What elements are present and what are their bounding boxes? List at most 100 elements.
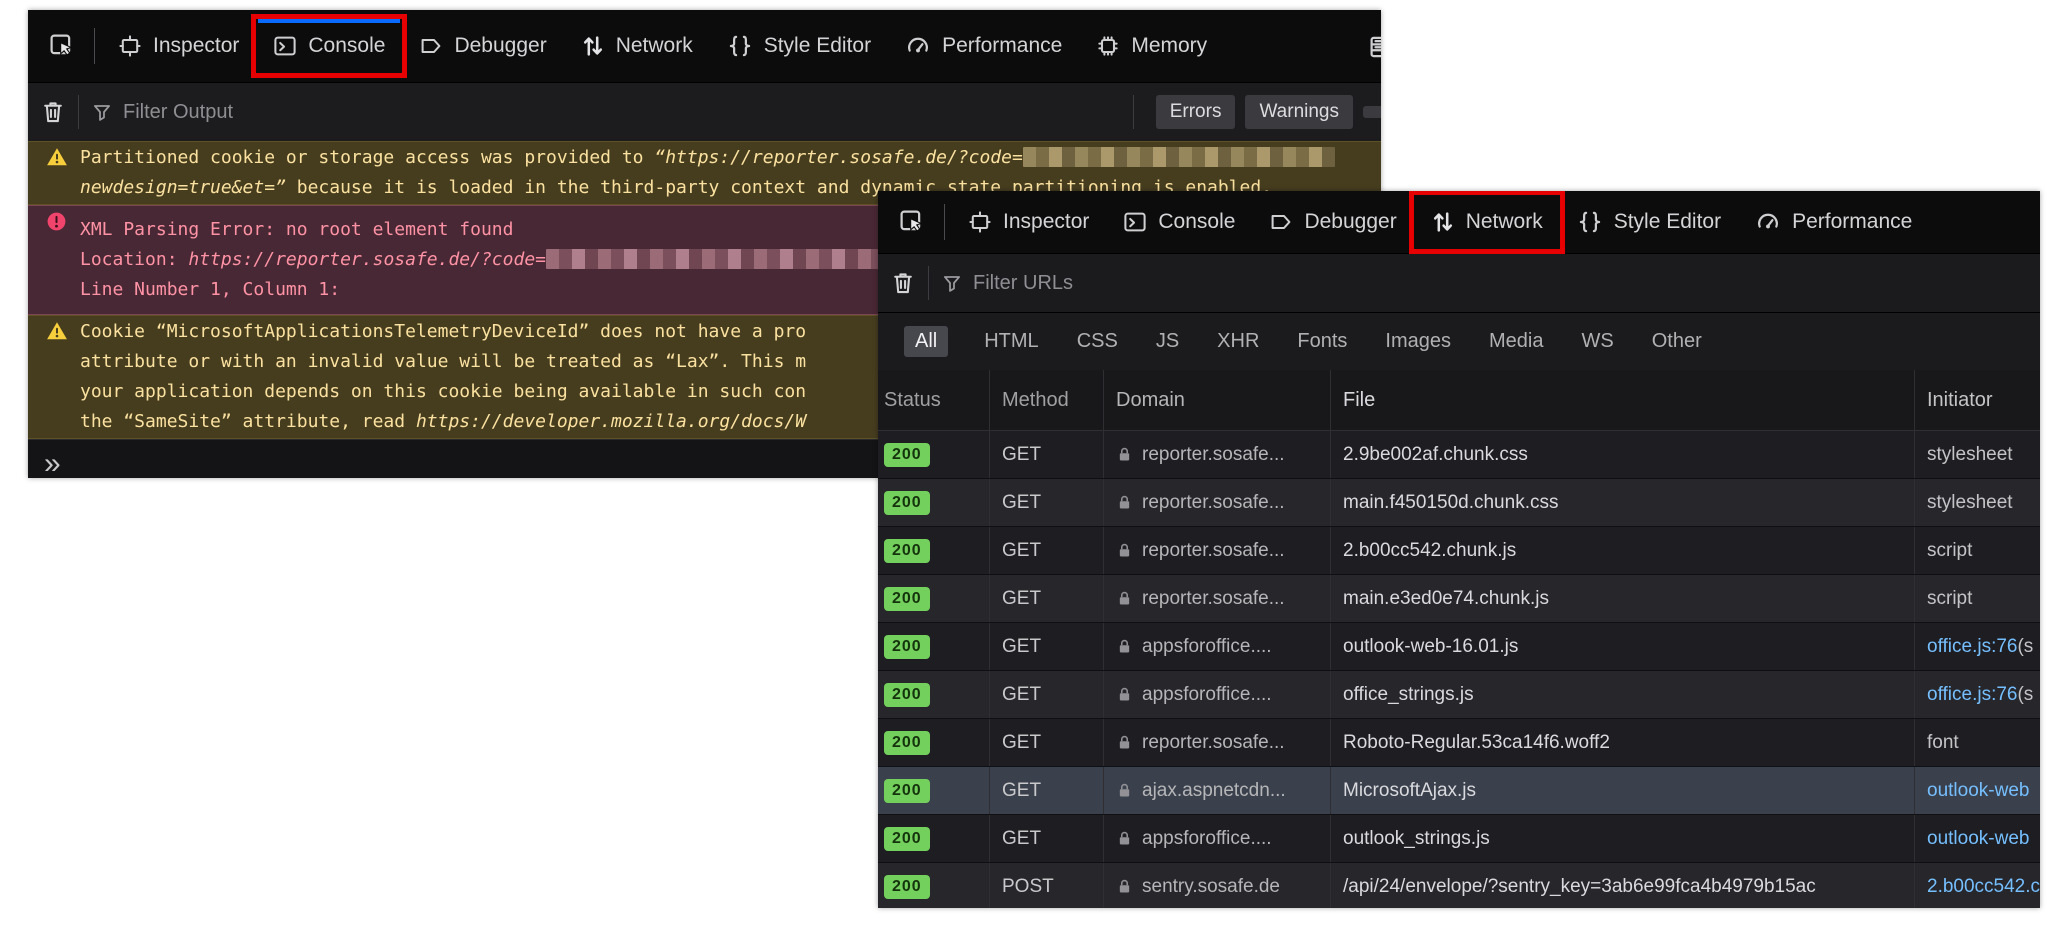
style-editor-icon — [1577, 209, 1603, 235]
initiator-link[interactable]: outlook-web — [1927, 828, 2029, 850]
pick-element-button[interactable] — [886, 194, 938, 250]
initiator-text: (s — [2017, 684, 2033, 706]
tab-network[interactable]: Network — [1414, 195, 1560, 249]
initiator-link[interactable]: office.js:76 — [1927, 684, 2017, 706]
filter-output-input[interactable]: Filter Output — [123, 101, 233, 124]
tab-label: Console — [1158, 210, 1235, 234]
warning-icon — [46, 147, 68, 167]
request-row[interactable]: 200GETappsforoffice....outlook_strings.j… — [878, 815, 2040, 863]
column-header-file[interactable]: File — [1331, 370, 1915, 430]
initiator-text: font — [1927, 732, 1959, 754]
tab-inspector[interactable]: Inspector — [951, 195, 1106, 249]
request-row[interactable]: 200GETreporter.sosafe...Roboto-Regular.5… — [878, 719, 2040, 767]
toolbar-separator — [78, 95, 79, 129]
request-row[interactable]: 200GETajax.aspnetcdn...MicrosoftAjax.jso… — [878, 767, 2040, 815]
lock-icon — [1116, 734, 1133, 751]
storage-tab-icon-partial[interactable] — [1369, 34, 1381, 60]
file-cell: main.e3ed0e74.chunk.js — [1331, 575, 1915, 622]
initiator-cell: font — [1915, 719, 2040, 766]
file-cell: outlook-web-16.01.js — [1331, 623, 1915, 670]
file-cell: outlook_strings.js — [1331, 815, 1915, 862]
errors-filter-button[interactable]: Errors — [1156, 95, 1236, 129]
tab-memory[interactable]: Memory — [1079, 19, 1224, 73]
initiator-link[interactable]: office.js:76 — [1927, 636, 2017, 658]
request-row[interactable]: 200GETreporter.sosafe...2.b00cc542.chunk… — [878, 527, 2040, 575]
column-header-status[interactable]: Status — [878, 370, 990, 430]
filter-urls-input[interactable]: Filter URLs — [973, 272, 1073, 295]
status-badge: 200 — [884, 683, 930, 707]
logs-filter-button-partial[interactable] — [1363, 106, 1381, 118]
request-row[interactable]: 200GETreporter.sosafe...main.e3ed0e74.ch… — [878, 575, 2040, 623]
error-icon — [46, 211, 67, 232]
tab-label: Performance — [1792, 210, 1912, 234]
tab-label: Console — [308, 34, 385, 58]
pick-element-button[interactable] — [36, 18, 88, 74]
file-cell: /api/24/envelope/?sentry_key=3ab6e99fca4… — [1331, 863, 1915, 908]
tab-network[interactable]: Network — [564, 19, 710, 73]
tab-style-editor[interactable]: Style Editor — [1560, 195, 1738, 249]
console-icon — [1123, 210, 1147, 234]
status-badge: 200 — [884, 635, 930, 659]
tab-debugger[interactable]: Debugger — [402, 19, 563, 73]
type-filter-html[interactable]: HTML — [982, 326, 1040, 357]
toolbar-separator — [928, 266, 929, 300]
domain-cell: reporter.sosafe... — [1104, 527, 1331, 574]
domain-cell: reporter.sosafe... — [1104, 719, 1331, 766]
method-cell: GET — [990, 767, 1104, 814]
warnings-filter-button[interactable]: Warnings — [1245, 95, 1353, 129]
method-cell: GET — [990, 431, 1104, 478]
type-filter-xhr[interactable]: XHR — [1215, 326, 1261, 357]
request-row[interactable]: 200GETreporter.sosafe...main.f450150d.ch… — [878, 479, 2040, 527]
column-header-domain[interactable]: Domain — [1104, 370, 1331, 430]
domain-cell: reporter.sosafe... — [1104, 431, 1331, 478]
tab-console[interactable]: Console — [256, 19, 402, 73]
file-cell: office_strings.js — [1331, 671, 1915, 718]
request-row[interactable]: 200GETappsforoffice....outlook-web-16.01… — [878, 623, 2040, 671]
request-row[interactable]: 200POSTsentry.sosafe.de/api/24/envelope/… — [878, 863, 2040, 908]
tab-label: Network — [616, 34, 693, 58]
tab-style-editor[interactable]: Style Editor — [710, 19, 888, 73]
tab-label: Style Editor — [764, 34, 871, 58]
status-badge: 200 — [884, 539, 930, 563]
tab-performance[interactable]: Performance — [1738, 195, 1929, 249]
initiator-cell: outlook-web — [1915, 815, 2040, 862]
initiator-link[interactable]: outlook-web — [1927, 780, 2029, 802]
tab-console[interactable]: Console — [1106, 195, 1252, 249]
lock-icon — [1116, 830, 1133, 847]
lock-icon — [1116, 638, 1133, 655]
console-window-tabbar: Inspector Console Debugger Network Style Edi… — [28, 10, 1381, 82]
clear-requests-trash-icon[interactable] — [890, 270, 916, 296]
method-cell: GET — [990, 527, 1104, 574]
status-cell: 200 — [878, 431, 990, 478]
type-filter-fonts[interactable]: Fonts — [1295, 326, 1349, 357]
screenshot-stage: InspectorConsoleDebuggerNetworkStyle Edi… — [0, 0, 2052, 934]
file-cell: Roboto-Regular.53ca14f6.woff2 — [1331, 719, 1915, 766]
domain-cell: appsforoffice.... — [1104, 671, 1331, 718]
column-header-method[interactable]: Method — [990, 370, 1104, 430]
request-row[interactable]: 200GETreporter.sosafe...2.9be002af.chunk… — [878, 431, 2040, 479]
tab-debugger[interactable]: Debugger — [1252, 195, 1413, 249]
type-filter-other[interactable]: Other — [1650, 326, 1704, 357]
request-row[interactable]: 200GETappsforoffice....office_strings.js… — [878, 671, 2040, 719]
tab-inspector[interactable]: Inspector — [101, 19, 256, 73]
domain-cell: reporter.sosafe... — [1104, 575, 1331, 622]
column-header-initiator[interactable]: Initiator — [1915, 370, 2040, 430]
domain-cell: appsforoffice.... — [1104, 623, 1331, 670]
initiator-cell: office.js:76 (s — [1915, 671, 2040, 718]
type-filter-js[interactable]: JS — [1154, 326, 1181, 357]
method-cell: GET — [990, 719, 1104, 766]
filter-funnel-icon — [941, 272, 963, 294]
type-filter-css[interactable]: CSS — [1075, 326, 1120, 357]
initiator-text: stylesheet — [1927, 444, 2013, 466]
file-cell: MicrosoftAjax.js — [1331, 767, 1915, 814]
toolbar-separator — [944, 204, 945, 240]
type-filter-images[interactable]: Images — [1383, 326, 1453, 357]
style-editor-icon — [727, 33, 753, 59]
type-filter-ws[interactable]: WS — [1580, 326, 1616, 357]
clear-console-trash-icon[interactable] — [40, 99, 66, 125]
initiator-cell: script — [1915, 575, 2040, 622]
type-filter-all[interactable]: All — [904, 326, 948, 357]
tab-performance[interactable]: Performance — [888, 19, 1079, 73]
initiator-link[interactable]: 2.b00cc542.c — [1927, 876, 2040, 898]
type-filter-media[interactable]: Media — [1487, 326, 1545, 357]
